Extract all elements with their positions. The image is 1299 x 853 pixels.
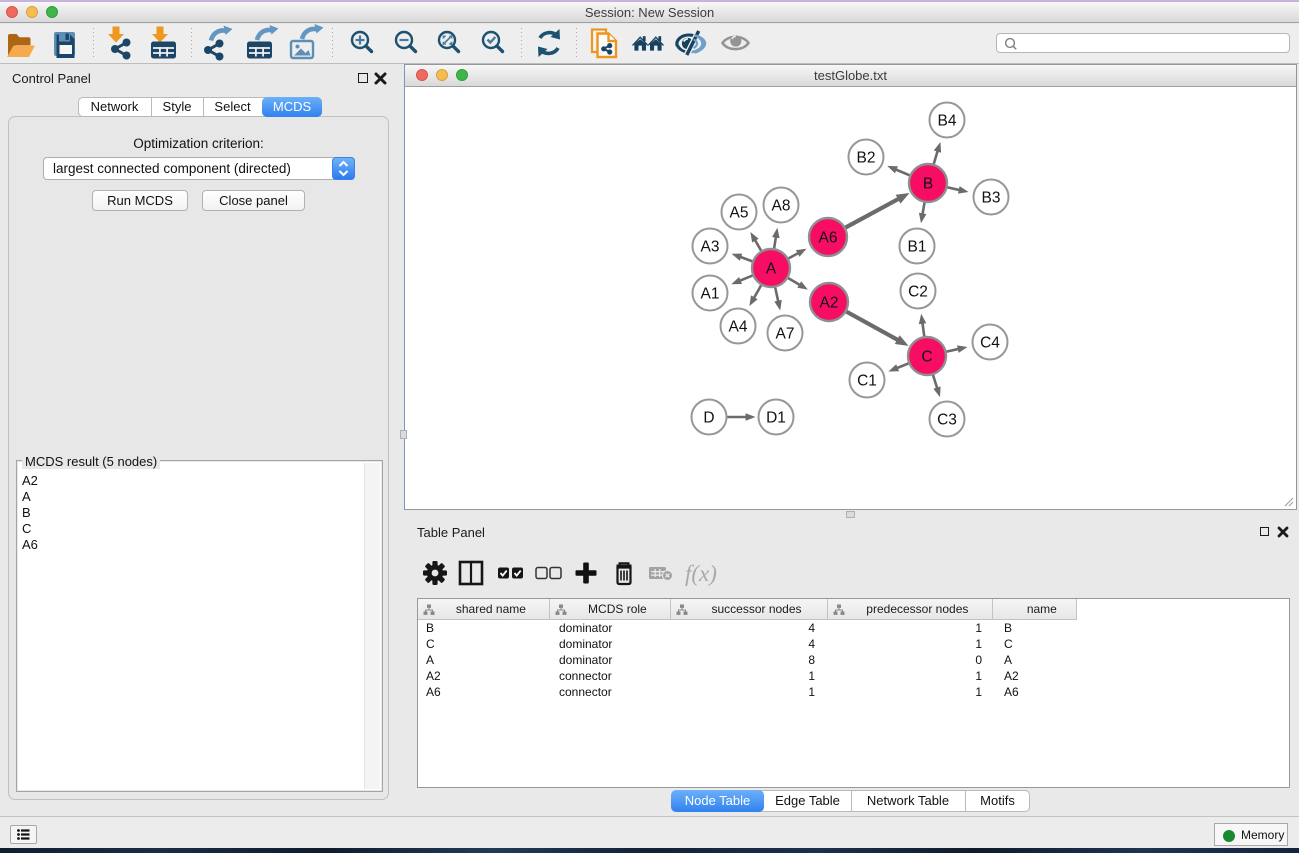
svg-text:A2: A2 bbox=[820, 295, 839, 312]
svg-text:A3: A3 bbox=[701, 239, 720, 256]
svg-text:C3: C3 bbox=[937, 412, 957, 429]
svg-text:f(x): f(x) bbox=[685, 561, 717, 586]
svg-text:A: A bbox=[766, 261, 777, 278]
svg-text:A1: A1 bbox=[701, 286, 720, 303]
svg-text:B3: B3 bbox=[982, 190, 1001, 207]
svg-text:D: D bbox=[703, 410, 714, 427]
svg-text:A6: A6 bbox=[819, 230, 838, 247]
svg-text:B1: B1 bbox=[908, 239, 927, 256]
svg-text:C2: C2 bbox=[908, 284, 928, 301]
svg-text:B2: B2 bbox=[857, 150, 876, 167]
svg-text:B4: B4 bbox=[938, 113, 957, 130]
svg-text:C: C bbox=[921, 349, 932, 366]
svg-text:A8: A8 bbox=[772, 198, 791, 215]
svg-text:C4: C4 bbox=[980, 335, 1000, 352]
svg-text:A4: A4 bbox=[729, 319, 748, 336]
svg-text:A7: A7 bbox=[776, 326, 795, 343]
svg-text:C1: C1 bbox=[857, 373, 877, 390]
svg-text:A5: A5 bbox=[730, 205, 749, 222]
svg-text:B: B bbox=[923, 176, 933, 193]
svg-text:D1: D1 bbox=[766, 410, 786, 427]
